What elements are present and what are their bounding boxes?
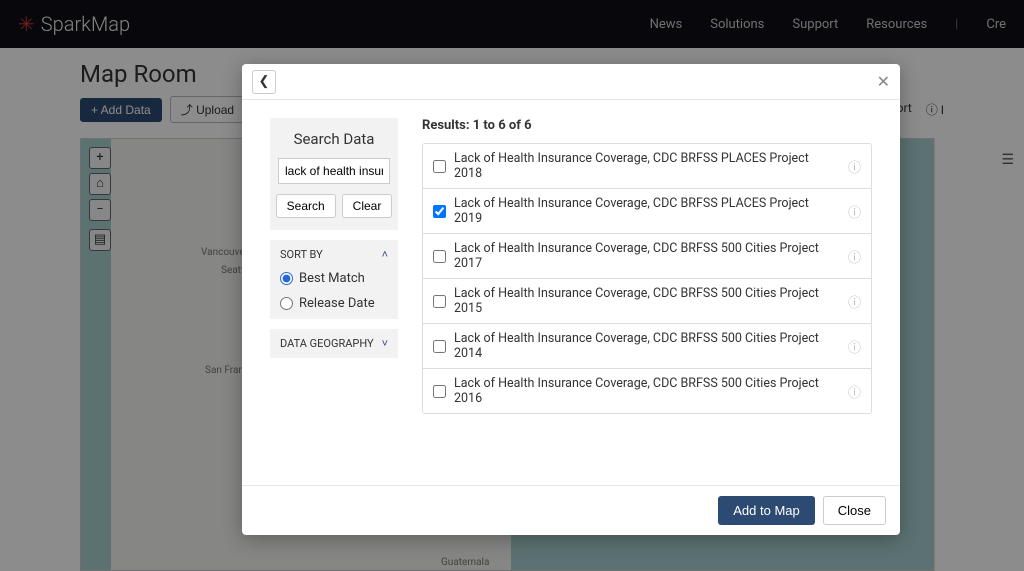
- result-checkbox[interactable]: [433, 160, 446, 173]
- sort-radio[interactable]: [280, 297, 293, 310]
- search-data-modal: ❮ ✕ Search Data Search Clear SORT BY ˄ B…: [242, 64, 900, 535]
- sort-radio[interactable]: [280, 272, 293, 285]
- result-checkbox[interactable]: [433, 295, 446, 308]
- close-icon[interactable]: ✕: [877, 72, 890, 91]
- sort-option[interactable]: Best Match: [280, 271, 388, 286]
- search-button[interactable]: Search: [276, 194, 336, 218]
- close-button[interactable]: Close: [823, 496, 886, 525]
- sort-option-label: Release Date: [299, 296, 375, 311]
- result-checkbox[interactable]: [433, 250, 446, 263]
- info-icon[interactable]: ⓘ: [848, 247, 861, 266]
- info-icon[interactable]: ⓘ: [848, 157, 861, 176]
- search-data-title: Search Data: [278, 130, 390, 148]
- info-icon[interactable]: ⓘ: [848, 337, 861, 356]
- result-row[interactable]: Lack of Health Insurance Coverage, CDC B…: [423, 324, 871, 369]
- result-label: Lack of Health Insurance Coverage, CDC B…: [454, 151, 838, 181]
- info-icon[interactable]: ⓘ: [848, 202, 861, 221]
- sort-option[interactable]: Release Date: [280, 296, 388, 311]
- modal-results-panel: Results: 1 to 6 of 6 Lack of Health Insu…: [422, 118, 872, 477]
- sort-by-section: SORT BY ˄ Best Match Release Date: [270, 240, 398, 319]
- chevron-up-icon: ˄: [382, 248, 388, 261]
- result-label: Lack of Health Insurance Coverage, CDC B…: [454, 286, 838, 316]
- search-input[interactable]: [278, 158, 390, 184]
- modal-footer: Add to Map Close: [242, 485, 900, 535]
- result-row[interactable]: Lack of Health Insurance Coverage, CDC B…: [423, 234, 871, 279]
- result-row[interactable]: Lack of Health Insurance Coverage, CDC B…: [423, 279, 871, 324]
- result-label: Lack of Health Insurance Coverage, CDC B…: [454, 331, 838, 361]
- result-checkbox[interactable]: [433, 340, 446, 353]
- modal-left-panel: Search Data Search Clear SORT BY ˄ Best …: [270, 118, 398, 477]
- info-icon[interactable]: ⓘ: [848, 292, 861, 311]
- clear-button[interactable]: Clear: [342, 194, 393, 218]
- result-label: Lack of Health Insurance Coverage, CDC B…: [454, 241, 838, 271]
- sort-by-header[interactable]: SORT BY ˄: [280, 248, 388, 261]
- results-list: Lack of Health Insurance Coverage, CDC B…: [422, 143, 872, 414]
- result-checkbox[interactable]: [433, 205, 446, 218]
- result-label: Lack of Health Insurance Coverage, CDC B…: [454, 196, 838, 226]
- info-icon[interactable]: ⓘ: [848, 382, 861, 401]
- add-to-map-button[interactable]: Add to Map: [718, 496, 815, 525]
- result-row[interactable]: Lack of Health Insurance Coverage, CDC B…: [423, 144, 871, 189]
- sort-option-label: Best Match: [299, 271, 365, 286]
- data-geography-header[interactable]: DATA GEOGRAPHY ˅: [280, 337, 388, 350]
- modal-header: ❮ ✕: [242, 64, 900, 100]
- result-row[interactable]: Lack of Health Insurance Coverage, CDC B…: [423, 369, 871, 413]
- chevron-down-icon: ˅: [382, 337, 388, 350]
- result-label: Lack of Health Insurance Coverage, CDC B…: [454, 376, 838, 406]
- back-button[interactable]: ❮: [252, 70, 276, 94]
- results-title: Results: 1 to 6 of 6: [422, 118, 872, 133]
- result-checkbox[interactable]: [433, 385, 446, 398]
- data-geography-section: DATA GEOGRAPHY ˅: [270, 329, 398, 358]
- result-row[interactable]: Lack of Health Insurance Coverage, CDC B…: [423, 189, 871, 234]
- chevron-left-icon: ❮: [259, 74, 270, 89]
- search-data-box: Search Data Search Clear: [270, 118, 398, 230]
